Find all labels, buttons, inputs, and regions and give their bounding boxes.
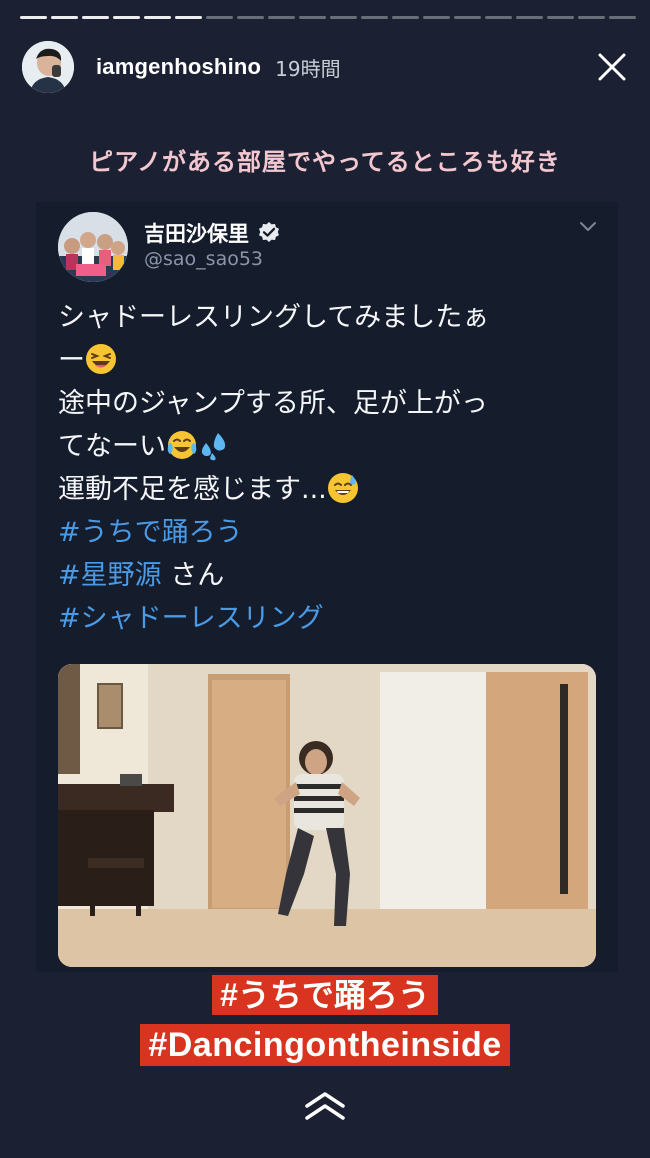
tweet-video-thumbnail[interactable]	[58, 664, 596, 967]
progress-segment	[237, 16, 264, 19]
tweet-line: #星野源 さん	[58, 554, 598, 597]
display-name-text: 吉田沙保里	[144, 222, 249, 246]
progress-segment	[330, 16, 357, 19]
chevron-down-icon[interactable]	[578, 220, 598, 234]
hashtag-sticker-row: #Dancingontheinside	[0, 1024, 650, 1066]
tweet-avatar[interactable]	[58, 212, 128, 282]
username[interactable]: iamgenhoshino	[96, 54, 261, 80]
story-caption: ピアノがある部屋でやってるところも好き	[89, 148, 561, 176]
tweet-line: シャドーレスリングしてみましたぁ	[58, 302, 490, 333]
tweet-line: #シャドーレスリング	[58, 597, 598, 640]
hashtag-link[interactable]: #シャドーレスリング	[58, 603, 324, 634]
progress-segment	[113, 16, 140, 19]
progress-segment	[454, 16, 481, 19]
hashtag-link[interactable]: #星野源	[58, 560, 162, 591]
mention-suffix: さん	[161, 560, 225, 591]
close-icon[interactable]	[596, 51, 628, 83]
tweet-line: ー	[58, 339, 598, 382]
progress-segment	[609, 16, 636, 19]
progress-segment	[485, 16, 512, 19]
hashtag-sticker[interactable]: #うちで踊ろう	[212, 975, 438, 1015]
progress-segment	[299, 16, 326, 19]
progress-segment	[516, 16, 543, 19]
sweat-droplets-emoji	[201, 433, 226, 461]
tweet-display-name[interactable]: 吉田沙保里	[144, 218, 281, 248]
tears-of-joy-emoji	[167, 431, 197, 459]
tweet-line-text: てなーい	[58, 431, 166, 462]
progress-segment	[206, 16, 233, 19]
laughing-emoji	[86, 344, 116, 374]
post-time: 19時間	[275, 56, 341, 81]
avatar[interactable]	[22, 41, 74, 93]
progress-segment	[578, 16, 605, 19]
grinning-sweat-emoji	[327, 473, 358, 503]
tweet-line-text: 運動不足を感じます...	[58, 474, 327, 505]
tweet-line: 運動不足を感じます...	[58, 468, 598, 511]
progress-segment	[20, 16, 47, 19]
progress-segment	[175, 16, 202, 19]
tweet-line-text: ー	[58, 345, 85, 376]
tweet-line: 途中のジャンプする所、足が上がっ	[58, 388, 488, 419]
swipe-up-icon[interactable]	[303, 1090, 347, 1122]
hashtag-sticker-row: #うちで踊ろう	[0, 975, 650, 1015]
tweet-line: #うちで踊ろう	[58, 511, 598, 554]
progress-segment	[423, 16, 450, 19]
progress-segment	[547, 16, 574, 19]
story-progress-bar	[20, 16, 636, 19]
hashtag-sticker[interactable]: #Dancingontheinside	[140, 1024, 510, 1066]
verified-badge-icon	[259, 222, 279, 242]
tweet-handle: @sao_sao53	[144, 248, 264, 270]
tweet-text: シャドーレスリングしてみましたぁ ー 途中のジャンプする所、足が上がっ てなーい…	[58, 296, 598, 640]
progress-segment	[51, 16, 78, 19]
embedded-tweet[interactable]: 吉田沙保里 @sao_sao53 シャドーレスリングしてみましたぁ ー 途中のジ…	[36, 202, 618, 972]
progress-segment	[268, 16, 295, 19]
tweet-line: てなーい	[58, 425, 598, 468]
hashtag-link[interactable]: #うちで踊ろう	[58, 517, 243, 548]
story-header: iamgenhoshino 19時間	[22, 38, 636, 96]
progress-segment	[392, 16, 419, 19]
progress-segment	[82, 16, 109, 19]
progress-segment	[144, 16, 171, 19]
progress-segment	[361, 16, 388, 19]
